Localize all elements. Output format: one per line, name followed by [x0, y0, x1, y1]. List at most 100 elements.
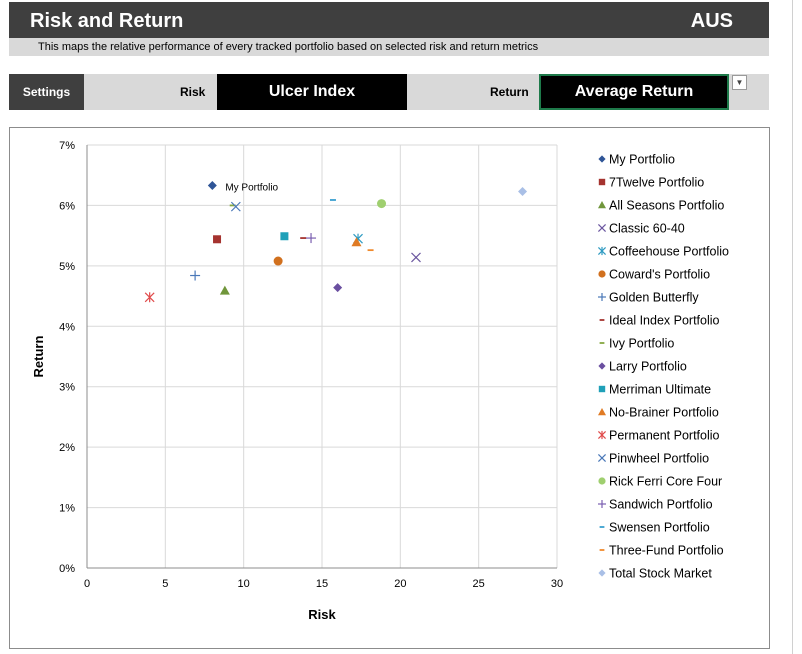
legend-marker — [598, 385, 606, 393]
legend-label: Merriman Ultimate — [609, 383, 711, 397]
risk-metric-value[interactable]: Ulcer Index — [217, 74, 407, 110]
legend-label: 7Twelve Portfolio — [609, 176, 704, 190]
y-tick-label: 6% — [59, 200, 75, 212]
legend-item: Swensen Portfolio — [599, 521, 710, 535]
data-point — [213, 235, 222, 244]
data-point — [351, 237, 362, 247]
y-tick-label: 7% — [59, 140, 75, 152]
risk-label: Risk — [180, 85, 206, 99]
legend-item: Classic 60-40 — [597, 222, 685, 236]
return-label: Return — [490, 85, 529, 99]
chevron-down-icon: ▼ — [735, 78, 744, 87]
return-metric-value[interactable]: Average Return — [539, 74, 729, 110]
data-point — [280, 232, 289, 241]
y-axis-title: Return — [31, 335, 46, 377]
data-point — [230, 201, 241, 212]
data-point — [518, 187, 528, 197]
page-subtitle: This maps the relative performance of ev… — [38, 41, 539, 53]
legend-label: Swensen Portfolio — [609, 521, 710, 535]
data-point — [333, 283, 343, 293]
legend-marker — [598, 477, 606, 485]
legend-label: Ivy Portfolio — [609, 337, 674, 351]
subtitle-bar: This maps the relative performance of ev… — [9, 38, 769, 56]
legend-label: Golden Butterfly — [609, 291, 699, 305]
legend-marker — [598, 270, 606, 278]
y-tick-label: 1% — [59, 503, 75, 515]
settings-button[interactable]: Settings — [9, 74, 84, 110]
y-tick-label: 5% — [59, 261, 75, 273]
legend-label: Permanent Portfolio — [609, 429, 720, 443]
legend-marker — [597, 223, 607, 233]
legend-marker — [597, 453, 607, 463]
legend-label: No-Brainer Portfolio — [609, 406, 719, 420]
legend-item: Golden Butterfly — [598, 291, 699, 305]
settings-row: Settings Risk Ulcer Index Return Average… — [9, 74, 769, 110]
data-point — [273, 256, 283, 266]
legend-marker — [597, 246, 607, 256]
chart-legend: My Portfolio 7Twelve Portfolio All Seasons… — [597, 153, 729, 581]
data-points — [144, 180, 528, 303]
legend-label: Three-Fund Portfolio — [609, 544, 724, 558]
legend-item: 7Twelve Portfolio — [598, 176, 704, 190]
y-tick-label: 2% — [59, 442, 75, 454]
legend-item: Ivy Portfolio — [599, 337, 674, 351]
legend-item: Larry Portfolio — [598, 360, 687, 374]
legend-label: Coffeehouse Portfolio — [609, 245, 729, 259]
x-tick-label: 10 — [238, 578, 250, 590]
legend-marker — [598, 293, 606, 301]
y-tick-label: 3% — [59, 382, 75, 394]
legend-marker — [598, 178, 606, 186]
legend-marker — [597, 430, 607, 440]
legend-marker — [598, 362, 606, 370]
x-tick-label: 15 — [316, 578, 328, 590]
x-tick-label: 20 — [394, 578, 406, 590]
legend-item: No-Brainer Portfolio — [598, 406, 719, 420]
legend-marker — [598, 500, 606, 508]
legend-label: Coward's Portfolio — [609, 268, 710, 282]
x-tick-label: 5 — [162, 578, 168, 590]
legend-item: Pinwheel Portfolio — [597, 452, 709, 466]
window-edge — [792, 0, 793, 654]
page-title: Risk and Return — [30, 10, 184, 32]
legend-item: Rick Ferri Core Four — [598, 475, 722, 489]
legend-marker — [598, 155, 606, 163]
chart-frame: 0 5 10 15 20 25 30 0% 1% 2% 3% 4% 5% 6% 7% Risk Return My… — [9, 127, 770, 649]
scatter-chart: 0 5 10 15 20 25 30 0% 1% 2% 3% 4% 5% 6% 7% Risk Return My… — [31, 140, 729, 622]
legend-label: Pinwheel Portfolio — [609, 452, 709, 466]
data-point — [411, 252, 421, 263]
y-tick-label: 4% — [59, 321, 75, 333]
legend-label: Larry Portfolio — [609, 360, 687, 374]
legend-item: Permanent Portfolio — [597, 429, 720, 443]
legend-marker — [598, 569, 606, 577]
legend-item: Coward's Portfolio — [598, 268, 710, 282]
legend-item: My Portfolio — [598, 153, 675, 167]
data-point — [377, 199, 387, 209]
legend-marker — [598, 201, 606, 209]
x-tick-label: 30 — [551, 578, 563, 590]
y-tick-label: 0% — [59, 563, 75, 575]
data-point — [306, 233, 317, 244]
data-point — [190, 270, 201, 281]
legend-label: Rick Ferri Core Four — [609, 475, 722, 489]
legend-item: Sandwich Portfolio — [598, 498, 713, 512]
legend-item: Ideal Index Portfolio — [599, 314, 720, 328]
chart-grid — [86, 144, 558, 569]
legend-label: All Seasons Portfolio — [609, 199, 724, 213]
header-bar: Risk and Return AUS — [9, 2, 769, 38]
x-tick-label: 25 — [473, 578, 485, 590]
legend-label: My Portfolio — [609, 153, 675, 167]
legend-label: Total Stock Market — [609, 567, 712, 581]
data-point — [144, 292, 155, 303]
x-tick-label: 0 — [84, 578, 90, 590]
legend-marker — [598, 408, 606, 416]
legend-label: Sandwich Portfolio — [609, 498, 713, 512]
legend-item: Total Stock Market — [598, 567, 712, 581]
x-axis-title: Risk — [308, 607, 336, 622]
legend-item: Coffeehouse Portfolio — [597, 245, 729, 259]
return-dropdown-button[interactable]: ▼ — [732, 75, 747, 90]
legend-item: Merriman Ultimate — [598, 383, 711, 397]
region-label: AUS — [690, 10, 733, 32]
data-point — [207, 180, 217, 190]
point-annotation: My Portfolio — [225, 182, 278, 193]
legend-item: Three-Fund Portfolio — [599, 544, 724, 558]
